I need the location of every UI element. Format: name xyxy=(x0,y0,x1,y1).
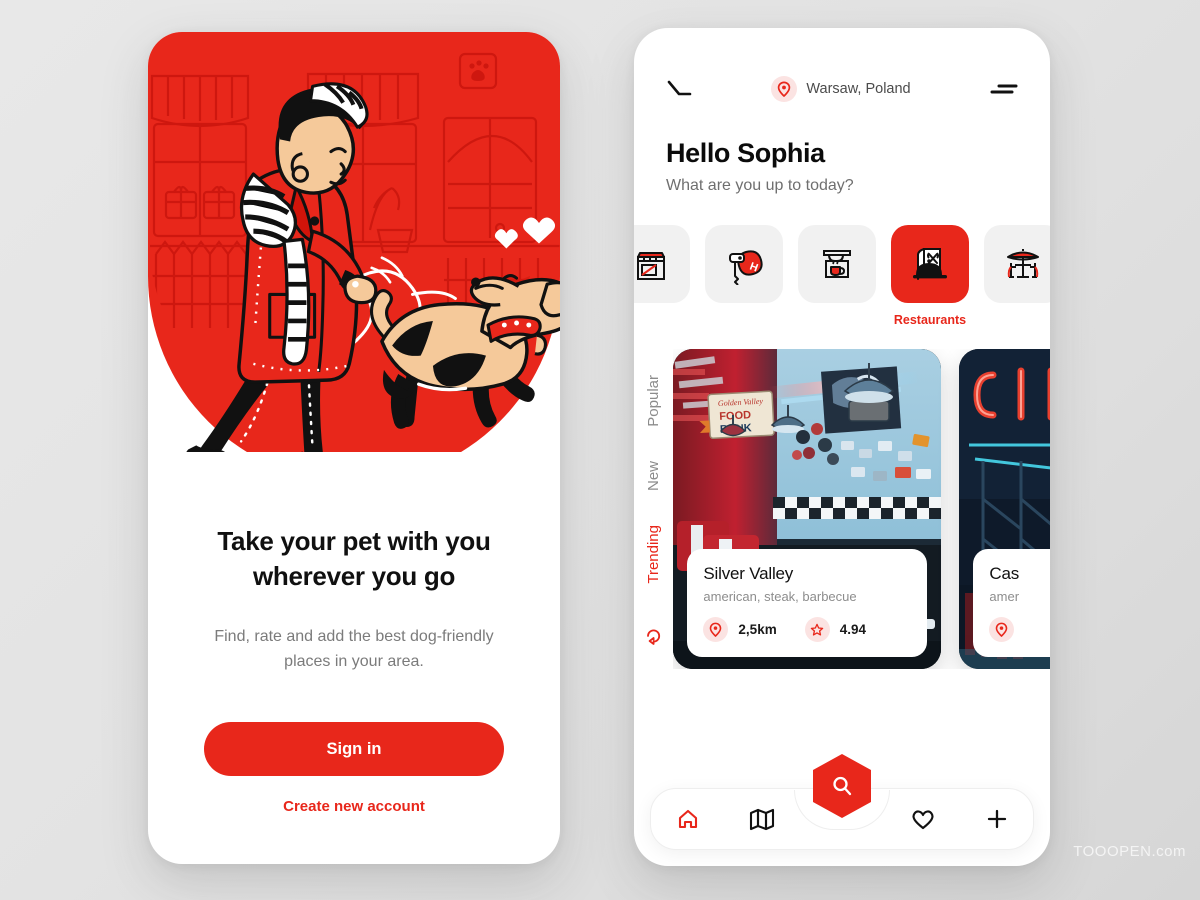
filter-tabs[interactable]: Popular New Trending xyxy=(634,349,673,669)
home-icon xyxy=(678,809,697,829)
map-icon xyxy=(749,808,774,831)
places-section: Popular New Trending Golden Valley FOOD … xyxy=(634,327,1050,669)
plus-icon xyxy=(987,809,1006,829)
map-pin-icon xyxy=(989,617,1015,642)
place-name: Cas xyxy=(989,564,1020,583)
map-pin-icon xyxy=(703,617,729,642)
category-tile[interactable]: H xyxy=(705,225,783,303)
create-account-link[interactable]: Create new account xyxy=(283,798,425,815)
category-tile[interactable] xyxy=(891,225,969,303)
watermark: TOOOPEN.com xyxy=(1073,843,1186,860)
hotel-key-icon: H xyxy=(729,250,763,285)
shop-icon xyxy=(637,252,665,280)
map-pin-icon xyxy=(771,76,798,102)
nav-favorites-button[interactable] xyxy=(910,807,936,831)
nav-add-button[interactable] xyxy=(985,807,1009,831)
category-hotel[interactable]: H xyxy=(705,225,783,327)
svg-text:FOOD: FOOD xyxy=(719,409,751,423)
tab-popular[interactable]: Popular xyxy=(645,375,662,427)
place-rating: 4.94 xyxy=(839,622,866,637)
nav-map-button[interactable] xyxy=(749,807,775,831)
restaurant-icon xyxy=(913,248,947,280)
category-tile[interactable] xyxy=(634,225,690,303)
category-list[interactable]: H Restaurants xyxy=(634,195,1050,327)
place-card-info: Cas amer xyxy=(973,549,1050,657)
place-card-info: Silver Valley american, steak, barbecue … xyxy=(687,549,928,657)
place-card[interactable]: Cas amer xyxy=(959,349,1050,669)
category-tile[interactable] xyxy=(984,225,1050,303)
place-meta: 2,5km 4.94 xyxy=(703,617,911,642)
place-tags: american, steak, barbecue xyxy=(703,589,857,604)
nav-right-group xyxy=(885,807,1033,831)
category-outdoor[interactable] xyxy=(984,225,1050,327)
home-phone: Warsaw, Poland Hello Sophia What are you… xyxy=(634,28,1050,866)
page-title: Take your pet with you wherever you go xyxy=(217,526,491,592)
search-icon xyxy=(833,776,852,796)
category-restaurants[interactable]: Restaurants xyxy=(891,225,969,327)
tab-new[interactable]: New xyxy=(645,461,662,491)
nav-home-button[interactable] xyxy=(676,807,700,831)
category-shop[interactable] xyxy=(634,225,690,327)
heart-icon xyxy=(911,810,934,830)
place-card-list[interactable]: Golden Valley FOOD BANK xyxy=(673,349,1050,669)
star-icon xyxy=(804,617,830,642)
sign-in-button[interactable]: Sign in xyxy=(204,722,504,777)
greeting-block: Hello Sophia What are you up to today? xyxy=(634,102,1050,195)
category-cafe[interactable] xyxy=(798,225,876,327)
trending-icon xyxy=(645,623,662,646)
patio-table-icon xyxy=(1007,249,1039,278)
greeting-title: Hello Sophia xyxy=(666,138,825,168)
onboarding-phone: Take your pet with you wherever you go F… xyxy=(148,32,560,864)
location-label: Warsaw, Poland xyxy=(806,81,911,97)
hamburger-menu-icon[interactable] xyxy=(990,81,1018,97)
app-header: Warsaw, Poland xyxy=(634,28,1050,102)
location-selector[interactable]: Warsaw, Poland xyxy=(771,76,911,102)
hero-illustration-area xyxy=(148,32,560,452)
nav-left-group xyxy=(651,807,799,831)
bottom-nav-area xyxy=(634,746,1050,866)
place-card[interactable]: Golden Valley FOOD BANK xyxy=(673,349,942,669)
place-tags: amer xyxy=(989,589,1020,604)
category-label: Restaurants xyxy=(893,313,967,327)
woman-walking-dog-illustration xyxy=(150,52,560,452)
page-subtitle: Find, rate and add the best dog-friendly… xyxy=(214,627,494,670)
place-meta xyxy=(989,617,1050,642)
back-arrow-icon[interactable] xyxy=(666,79,692,99)
place-name: Silver Valley xyxy=(703,564,794,583)
tab-trending[interactable]: Trending xyxy=(645,525,662,584)
category-tile[interactable] xyxy=(798,225,876,303)
cafe-sign-icon xyxy=(823,250,851,278)
greeting-subtitle: What are you up to today? xyxy=(666,177,854,194)
place-distance: 2,5km xyxy=(738,622,777,637)
